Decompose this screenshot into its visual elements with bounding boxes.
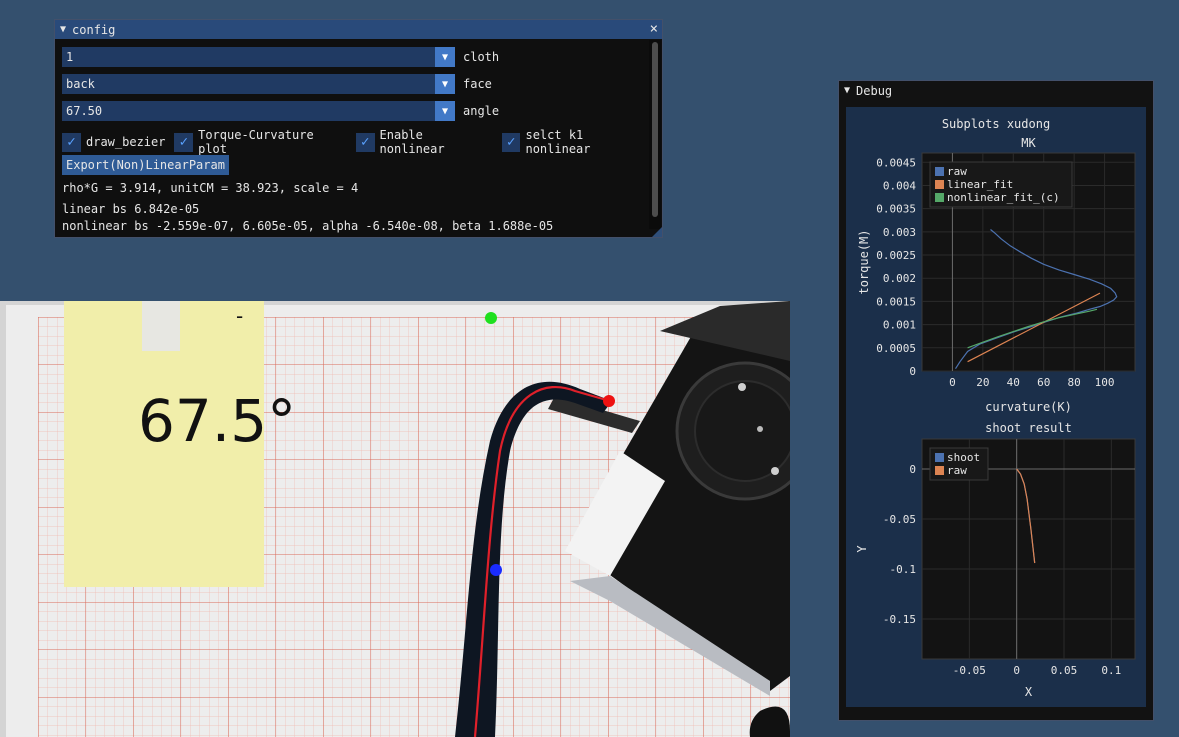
control-point-blue[interactable] [490, 564, 502, 576]
export-button[interactable]: Export(Non)LinearParam [62, 155, 229, 175]
x-tick-label: -0.05 [953, 664, 986, 677]
plot-title: shoot result [985, 421, 1072, 435]
legend-label: shoot [947, 451, 980, 464]
config-titlebar[interactable]: ▼ config × [55, 20, 662, 39]
angle-combo[interactable]: 67.50 ▼ [62, 101, 455, 121]
close-icon[interactable]: × [650, 20, 658, 39]
y-tick-label: 0 [909, 365, 916, 378]
subplots-frame: Subplots xudong MK 0 20 40 60 80 100 0 0.0005 0.0… [846, 107, 1146, 707]
cloth-combo[interactable]: 1 ▼ [62, 47, 455, 67]
legend-label: raw [947, 165, 967, 178]
control-point-red[interactable] [603, 395, 615, 407]
debug-window[interactable]: ▼ Debug Subplots xudong MK 0 20 40 60 80 100 0 0… [838, 80, 1154, 721]
y-tick-label: 0.0015 [876, 295, 916, 308]
collapse-icon[interactable]: ▼ [844, 85, 850, 96]
y-tick-label: 0.001 [883, 319, 916, 332]
y-tick-label: -0.05 [883, 513, 916, 526]
resize-grip-icon[interactable] [652, 227, 662, 237]
x-tick-label: 0 [949, 376, 956, 389]
chevron-down-icon[interactable]: ▼ [435, 47, 455, 67]
check-icon[interactable]: ✓ [501, 132, 521, 152]
subplots-svg[interactable]: Subplots xudong MK 0 20 40 60 80 100 0 0.0005 0.0… [846, 107, 1146, 707]
draw-bezier-label: draw_bezier [86, 135, 166, 149]
select-k1-nonlinear-checkbox[interactable]: ✓ selct k1 nonlinear [501, 128, 653, 156]
collapse-icon[interactable]: ▼ [60, 24, 66, 35]
angle-row: 67.50 ▼ angle [62, 101, 499, 121]
check-icon[interactable]: ✓ [355, 132, 375, 152]
chevron-down-icon[interactable]: ▼ [435, 74, 455, 94]
checkbox-group: ✓ draw_bezier ✓ Torque-Curvature plot ✓ … [62, 128, 662, 156]
debug-titlebar[interactable]: ▼ Debug [839, 81, 1153, 100]
legend-label: raw [947, 464, 967, 477]
y-axis-label: Y [855, 545, 869, 553]
x-tick-label: 0.1 [1101, 664, 1121, 677]
draw-bezier-checkbox[interactable]: ✓ draw_bezier [62, 132, 166, 152]
y-tick-label: -0.15 [883, 613, 916, 626]
photo-canvas: 67.5° - [0, 301, 790, 737]
enable-nonlinear-checkbox[interactable]: ✓ Enable nonlinear [355, 128, 493, 156]
config-scrollbar[interactable] [649, 40, 661, 229]
legend-swatch [935, 193, 944, 202]
debug-title: Debug [856, 83, 893, 98]
legend-label: nonlinear_fit_(c) [947, 191, 1060, 204]
y-tick-label: 0.0025 [876, 249, 916, 262]
chevron-down-icon[interactable]: ▼ [435, 101, 455, 121]
face-combo[interactable]: back ▼ [62, 74, 455, 94]
subplots-title: Subplots xudong [942, 117, 1050, 131]
check-icon[interactable]: ✓ [62, 132, 81, 152]
y-tick-label: 0 [909, 463, 916, 476]
cloth-label: cloth [463, 50, 500, 64]
select-k1-nonlinear-label: selct k1 nonlinear [525, 128, 591, 156]
shoot-result-plot[interactable]: shoot result -0.05 0 0.05 0.1 0 -0.05 -0.1 -0.15… [855, 421, 1136, 699]
y-tick-label: 0.004 [883, 179, 916, 192]
x-tick-label: 20 [976, 376, 989, 389]
cloth-row: 1 ▼ cloth [62, 47, 499, 67]
face-value: back [66, 77, 95, 91]
x-tick-label: 0.05 [1051, 664, 1078, 677]
legend-swatch [935, 167, 944, 176]
camera-image: 67.5° - [0, 301, 790, 737]
note-text: 67.5° [138, 387, 296, 455]
y-tick-label: -0.1 [890, 563, 917, 576]
face-label: face [463, 77, 492, 91]
enable-nonlinear-label: Enable nonlinear [379, 128, 445, 156]
x-tick-label: 40 [1007, 376, 1020, 389]
cloth-value: 1 [66, 50, 74, 64]
config-window[interactable]: ▼ config × 1 ▼ cloth back ▼ face 67.50 ▼… [54, 19, 663, 238]
legend-label: linear_fit [947, 178, 1013, 191]
legend-swatch [935, 180, 944, 189]
scrollbar-thumb[interactable] [652, 42, 658, 217]
y-tick-label: 0.0045 [876, 156, 916, 169]
x-tick-label: 80 [1068, 376, 1081, 389]
plot-title: MK [1021, 136, 1036, 150]
config-title: config [72, 22, 116, 37]
y-tick-label: 0.0005 [876, 342, 916, 355]
x-tick-label: 100 [1095, 376, 1115, 389]
x-axis-label: curvature(K) [985, 400, 1072, 414]
legend-swatch [935, 466, 944, 475]
torque-curvature-label: Torque-Curvature plot [198, 128, 314, 156]
angle-label: angle [463, 104, 500, 118]
x-tick-label: 0 [1013, 664, 1020, 677]
x-tick-label: 60 [1037, 376, 1050, 389]
x-axis-label: X [1025, 685, 1033, 699]
y-tick-label: 0.0035 [876, 203, 916, 216]
y-axis-label: torque(M) [857, 229, 871, 294]
torque-curvature-checkbox[interactable]: ✓ Torque-Curvature plot [174, 128, 346, 156]
y-tick-label: 0.003 [883, 226, 916, 239]
info-text: rho*G = 3.914, unitCM = 38.923, scale = … [62, 181, 359, 195]
mk-plot[interactable]: MK 0 20 40 60 80 100 0 0.0005 0.001 0.0015 0.002 0.0… [857, 136, 1136, 414]
angle-value: 67.50 [66, 104, 103, 118]
legend-swatch [935, 453, 944, 462]
check-icon[interactable]: ✓ [174, 132, 194, 152]
nonlinear-text: nonlinear bs -2.559e-07, 6.605e-05, alph… [62, 219, 554, 233]
control-point-green[interactable] [485, 312, 497, 324]
note-dash: - [236, 304, 243, 328]
y-tick-label: 0.002 [883, 272, 916, 285]
face-row: back ▼ face [62, 74, 492, 94]
linear-text: linear bs 6.842e-05 [62, 202, 200, 216]
